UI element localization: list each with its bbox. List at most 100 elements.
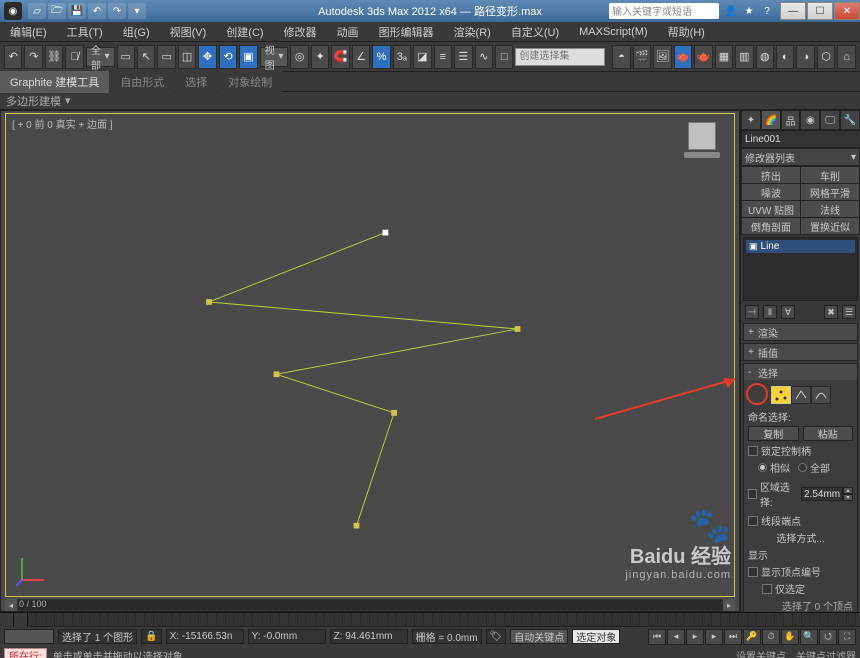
pivot-icon[interactable]: ◎ bbox=[290, 45, 308, 69]
scale-icon[interactable]: ▣ bbox=[239, 45, 257, 69]
paste-button[interactable]: 粘贴 bbox=[803, 426, 854, 441]
select-arrow-icon[interactable]: ↖ bbox=[137, 45, 155, 69]
object-name-input[interactable] bbox=[741, 130, 860, 148]
menu-help[interactable]: 帮助(H) bbox=[662, 22, 711, 42]
menu-modifiers[interactable]: 修改器 bbox=[278, 22, 323, 42]
rendered-frame-icon[interactable]: 🖼 bbox=[653, 45, 671, 69]
trackbar-toggle-icon[interactable] bbox=[0, 613, 14, 627]
select-icon[interactable]: ▭ bbox=[117, 45, 135, 69]
qat-more-icon[interactable]: ▾ bbox=[128, 3, 146, 19]
layers-icon[interactable]: ☰ bbox=[454, 45, 472, 69]
coord-y[interactable]: Y: -0.0mm bbox=[248, 629, 326, 644]
coord-z[interactable]: Z: 94.461mm bbox=[330, 629, 408, 644]
ribbon-tab-selection[interactable]: 选择 bbox=[175, 71, 217, 93]
mod-normal-button[interactable]: 法线 bbox=[801, 201, 859, 217]
mod-uvwmap-button[interactable]: UVW 贴图 bbox=[742, 201, 800, 217]
area-select-checkbox[interactable]: 区域选择: bbox=[748, 479, 797, 509]
qat-new-icon[interactable]: ▱ bbox=[28, 3, 46, 19]
select-by-button[interactable]: 选择方式... bbox=[768, 530, 832, 545]
next-frame-icon[interactable]: ▸ bbox=[705, 629, 723, 645]
maxscript-mini-listener[interactable] bbox=[4, 629, 54, 644]
select-region-icon[interactable]: ▭ bbox=[157, 45, 175, 69]
menu-maxscript[interactable]: MAXScript(M) bbox=[573, 24, 653, 40]
mod-extrude-button[interactable]: 挤出 bbox=[742, 167, 800, 183]
mod-lathe-button[interactable]: 车削 bbox=[801, 167, 859, 183]
maximize-button[interactable]: ☐ bbox=[807, 2, 833, 20]
configure-icon[interactable]: ☰ bbox=[842, 305, 856, 319]
keyfilters-button[interactable]: 关键点过滤器 bbox=[796, 648, 856, 658]
menu-tools[interactable]: 工具(T) bbox=[61, 22, 109, 42]
render-setup-icon[interactable]: 🎬 bbox=[633, 45, 651, 69]
pin-stack-icon[interactable]: ⊣ bbox=[745, 305, 759, 319]
tab-hierarchy-icon[interactable]: 品 bbox=[781, 110, 801, 130]
time-tag-icon[interactable]: 🏷 bbox=[486, 629, 507, 644]
timeslider-track[interactable]: 0 / 100 bbox=[17, 600, 723, 610]
menu-animation[interactable]: 动画 bbox=[331, 22, 365, 42]
rollout-interpolation-header[interactable]: +插值 bbox=[744, 344, 857, 360]
modifier-list-dropdown[interactable]: 修改器列表 ▾ bbox=[741, 148, 860, 166]
unique-icon[interactable]: ∀ bbox=[781, 305, 795, 319]
menu-customize[interactable]: 自定义(U) bbox=[505, 22, 565, 42]
menu-grapheditors[interactable]: 图形编辑器 bbox=[373, 22, 440, 42]
signin-icon[interactable]: 👤 bbox=[723, 3, 739, 19]
render-icon[interactable]: 🫖 bbox=[674, 45, 692, 69]
goto-start-icon[interactable]: ⏮ bbox=[648, 629, 666, 645]
subobject-spline-button[interactable] bbox=[811, 386, 831, 404]
goto-end-icon[interactable]: ⏭ bbox=[724, 629, 742, 645]
menu-edit[interactable]: 编辑(E) bbox=[4, 22, 53, 42]
help-icon[interactable]: ? bbox=[759, 3, 775, 19]
spinner-snap-icon[interactable]: 3ₐ bbox=[393, 45, 411, 69]
copy-button[interactable]: 复制 bbox=[748, 426, 799, 441]
show-vertex-numbers-checkbox[interactable]: 显示顶点编号 bbox=[748, 564, 853, 579]
tool-d-icon[interactable]: ◐ bbox=[776, 45, 794, 69]
help-search[interactable]: 输入关键字或短语 bbox=[609, 3, 719, 19]
setkey-button[interactable]: 设置关键点 bbox=[736, 648, 786, 658]
angle-snap-icon[interactable]: ∠ bbox=[352, 45, 370, 69]
ribbon-tab-paint[interactable]: 对象绘制 bbox=[218, 71, 282, 93]
segment-end-checkbox[interactable]: 线段端点 bbox=[748, 513, 853, 528]
schematic-icon[interactable]: □ bbox=[495, 45, 513, 69]
mod-dispapprox-button[interactable]: 置换近似 bbox=[801, 218, 859, 234]
menu-group[interactable]: 组(G) bbox=[117, 22, 156, 42]
ribbon-panel-label[interactable]: 多边形建模 bbox=[6, 93, 61, 109]
radio-similar[interactable]: 相似 bbox=[758, 460, 790, 475]
rollout-rendering-header[interactable]: +渲染 bbox=[744, 324, 857, 340]
redo-icon[interactable]: ↷ bbox=[24, 45, 42, 69]
close-button[interactable]: ✕ bbox=[834, 2, 860, 20]
mod-meshsmooth-button[interactable]: 网格平滑 bbox=[801, 184, 859, 200]
autokey-button[interactable]: 自动关键点 bbox=[510, 629, 568, 644]
tool-a-icon[interactable]: ▦ bbox=[715, 45, 733, 69]
lock-selection-icon[interactable]: 🔒 bbox=[141, 629, 161, 644]
tool-c-icon[interactable]: ◍ bbox=[756, 45, 774, 69]
nav-orbit-icon[interactable]: ⭯ bbox=[819, 629, 837, 645]
percent-snap-icon[interactable]: % bbox=[372, 45, 390, 69]
select-window-icon[interactable]: ◫ bbox=[178, 45, 196, 69]
align-icon[interactable]: ≡ bbox=[434, 45, 452, 69]
selected-only-checkbox[interactable]: 仅选定 bbox=[762, 581, 853, 596]
tool-f-icon[interactable]: ⬡ bbox=[817, 45, 835, 69]
refcoord-dropdown[interactable]: 视图 ▾ bbox=[260, 47, 289, 67]
ribbon-tab-freeform[interactable]: 自由形式 bbox=[110, 71, 174, 93]
menu-create[interactable]: 创建(C) bbox=[220, 22, 269, 42]
unlink-icon[interactable]: ⛓̸ bbox=[65, 45, 83, 69]
nav-maximize-icon[interactable]: ⛶ bbox=[838, 629, 856, 645]
subobject-vertex-button[interactable] bbox=[771, 386, 791, 404]
tab-modify-icon[interactable]: 🌈 bbox=[761, 110, 781, 130]
keyfilter-dropdown[interactable]: 选定对象 bbox=[572, 629, 620, 644]
spinner-up-icon[interactable]: ▴ bbox=[843, 487, 853, 494]
favorite-icon[interactable]: ★ bbox=[741, 3, 757, 19]
script-status[interactable]: 所在行: bbox=[4, 648, 47, 658]
key-mode-icon[interactable]: 🔑 bbox=[743, 629, 761, 645]
curve-editor-icon[interactable]: ∿ bbox=[475, 45, 493, 69]
play-icon[interactable]: ▸ bbox=[686, 629, 704, 645]
named-selset-input[interactable] bbox=[515, 48, 605, 66]
track-bar[interactable] bbox=[0, 612, 860, 626]
show-end-icon[interactable]: Ⅱ bbox=[763, 305, 777, 319]
prev-frame-icon[interactable]: ◂ bbox=[667, 629, 685, 645]
qat-save-icon[interactable]: 💾 bbox=[68, 3, 86, 19]
selection-filter[interactable]: 全部 ▾ bbox=[86, 47, 115, 67]
radio-all[interactable]: 全部 bbox=[798, 460, 830, 475]
stack-item-line[interactable]: ▣Line bbox=[746, 240, 855, 253]
timeslider-next-icon[interactable]: ▸ bbox=[723, 599, 735, 611]
manip-icon[interactable]: ✦ bbox=[311, 45, 329, 69]
